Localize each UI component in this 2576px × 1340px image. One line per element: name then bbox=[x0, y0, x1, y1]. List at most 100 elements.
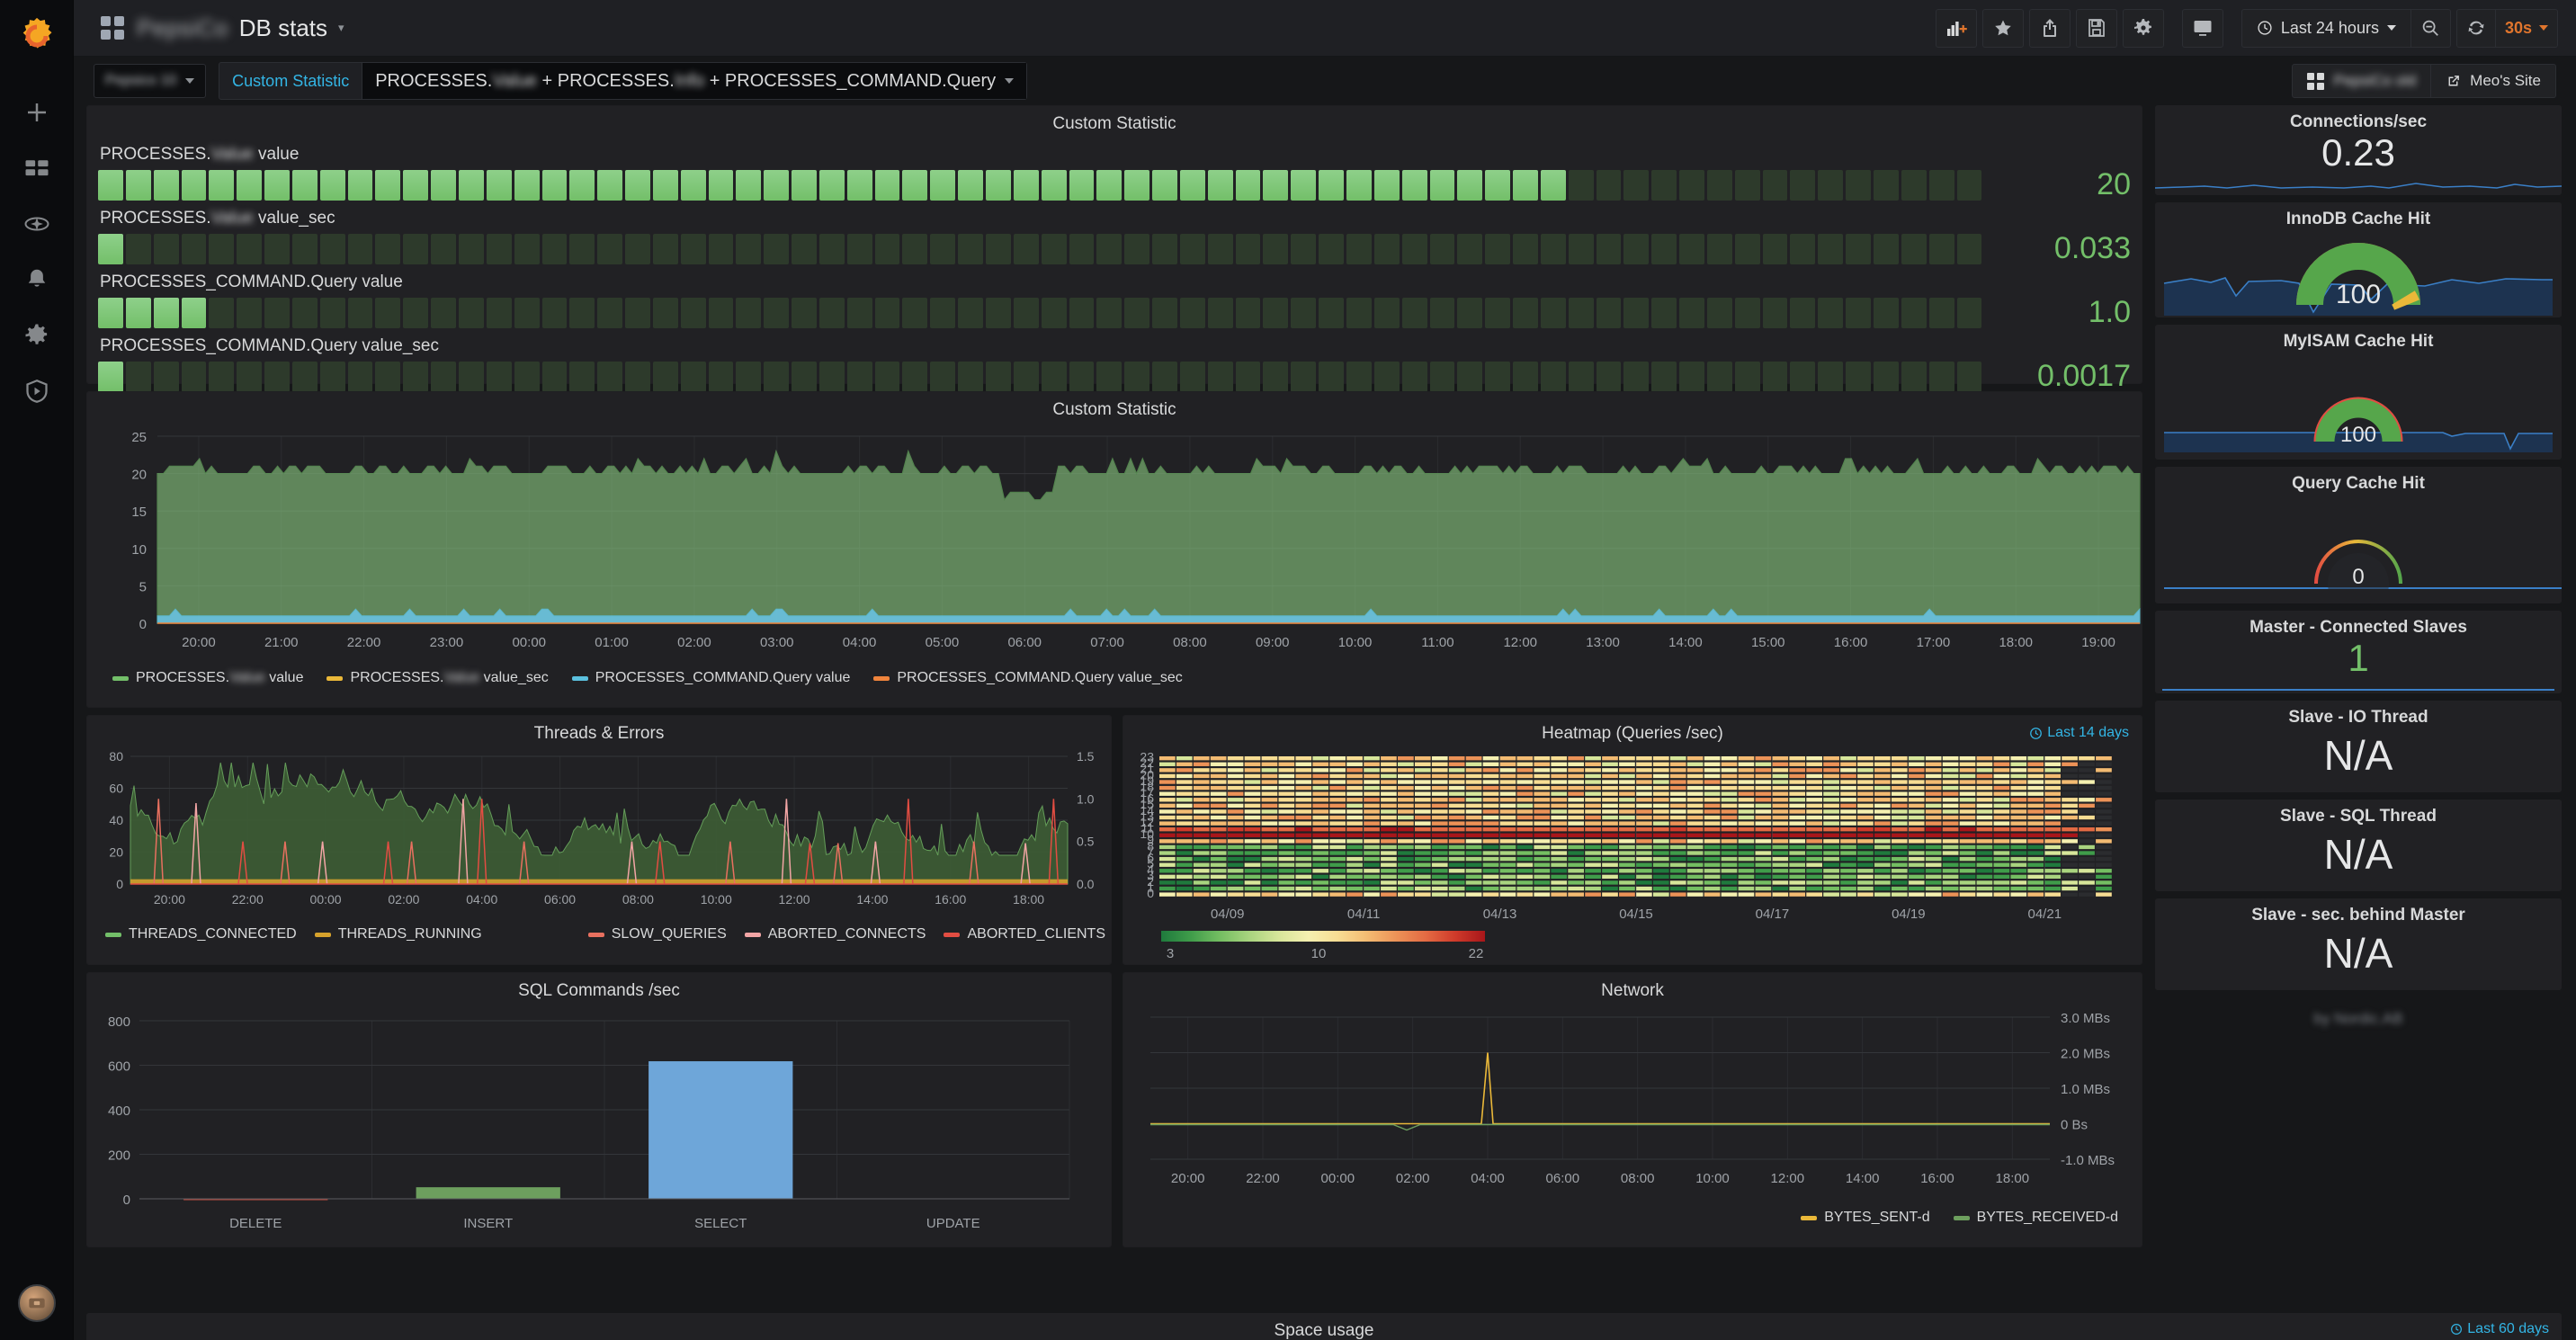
legend-item[interactable]: PROCESSES_COMMAND.Query value_sec bbox=[873, 670, 1183, 686]
legend-item[interactable]: ABORTED_CLIENTS bbox=[944, 926, 1105, 942]
panel-title[interactable]: Custom Statistic bbox=[87, 392, 2142, 424]
grafana-logo-icon[interactable] bbox=[12, 11, 62, 61]
timeseries-chart[interactable]: 0 5 10 15 20 25 20:00 21:00 22:00 23:00 00:00 01:00… bbox=[87, 424, 2142, 666]
svg-text:19:00: 19:00 bbox=[2081, 635, 2115, 650]
sidebar-item-create[interactable] bbox=[0, 85, 74, 140]
sql-commands-chart[interactable]: 0 200 400 600 800 DELETE INSERT SELECT UPDATE bbox=[87, 1005, 1111, 1246]
refresh-interval-picker[interactable]: 30s bbox=[2495, 8, 2558, 48]
legend-item[interactable]: BYTES_RECEIVED-d bbox=[1953, 1210, 2118, 1226]
legend-label: BYTES_SENT-d bbox=[1824, 1210, 1930, 1225]
svg-text:100: 100 bbox=[2340, 423, 2376, 447]
svg-text:80: 80 bbox=[109, 749, 123, 764]
panel-time-override-label: Last 60 days bbox=[2467, 1321, 2549, 1336]
dashboard-settings-button[interactable] bbox=[2122, 8, 2164, 48]
stat-panel-myisam-cache-hit[interactable]: MyISAM Cache Hit 100 bbox=[2155, 325, 2562, 460]
dashboard-grid: Custom Statistic PROCESSES.Value value 2… bbox=[74, 105, 2576, 1313]
sidebar-item-alerting[interactable] bbox=[0, 252, 74, 308]
legend-label: PROCESSES_COMMAND.Query value_sec bbox=[897, 670, 1183, 685]
svg-text:10:00: 10:00 bbox=[1695, 1171, 1730, 1186]
panel-title[interactable]: SQL Commands /sec bbox=[87, 973, 1111, 1005]
variable-picker-instance[interactable]: Pepsico 10 bbox=[94, 64, 207, 98]
legend-item[interactable]: THREADS_RUNNING bbox=[314, 926, 482, 942]
panel-title[interactable]: Heatmap (Queries /sec) bbox=[1123, 716, 2142, 747]
mark-favorite-button[interactable] bbox=[1981, 8, 2024, 48]
panel-title[interactable]: Custom Statistic bbox=[87, 106, 2142, 138]
dashboards-icon[interactable] bbox=[101, 16, 124, 40]
legend-item[interactable]: SLOW_QUERIES bbox=[587, 926, 727, 942]
legend-item[interactable]: THREADS_CONNECTED bbox=[105, 926, 297, 942]
svg-text:02:00: 02:00 bbox=[1396, 1171, 1430, 1186]
cycle-view-mode-button[interactable] bbox=[2181, 8, 2223, 48]
external-link-label: Meo's Site bbox=[2470, 72, 2541, 89]
legend-item[interactable]: PROCESSES_COMMAND.Query value bbox=[571, 670, 850, 686]
time-range-picker[interactable]: Last 24 hours bbox=[2241, 8, 2411, 48]
tv-icon bbox=[2194, 21, 2212, 36]
bargauge-label: PROCESSES_COMMAND.Query value bbox=[100, 272, 403, 291]
legend-label: ABORTED_CONNECTS bbox=[767, 926, 926, 942]
gauge-wrap: 100 bbox=[2155, 352, 2562, 452]
chevron-down-icon[interactable]: ▾ bbox=[338, 21, 344, 35]
panel-time-override: Last 14 days bbox=[2029, 725, 2129, 741]
svg-text:14:00: 14:00 bbox=[1668, 635, 1703, 650]
dashboard-link-redacted[interactable]: PepsiCo old bbox=[2292, 64, 2432, 98]
page-title: DB stats bbox=[238, 13, 328, 41]
external-site-link[interactable]: Meo's Site bbox=[2431, 64, 2556, 98]
bell-icon bbox=[28, 269, 45, 287]
legend-item[interactable]: PROCESSES.Value value bbox=[112, 670, 303, 686]
svg-text:04/15: 04/15 bbox=[1619, 907, 1653, 922]
dashboard-credit: by Nordic.AB bbox=[2313, 1010, 2403, 1027]
panel-title[interactable]: Threads & Errors bbox=[87, 716, 1111, 747]
svg-text:06:00: 06:00 bbox=[544, 892, 576, 907]
svg-text:11:00: 11:00 bbox=[1421, 635, 1453, 650]
panel-sql-commands: SQL Commands /sec 0 200 400 600 800 DELETE INS… bbox=[86, 972, 1112, 1247]
zoom-out-time-button[interactable] bbox=[2411, 8, 2451, 48]
chevron-down-icon bbox=[2386, 25, 2396, 31]
legend-label: PROCESSES.Value value bbox=[136, 670, 304, 685]
svg-text:04:00: 04:00 bbox=[466, 892, 497, 907]
stat-panel-slave-io-thread[interactable]: Slave - IO Thread N/A bbox=[2155, 701, 2562, 792]
network-chart[interactable]: 3.0 MBs 2.0 MBs 1.0 MBs 0 Bs -1.0 MBs 20:00 22… bbox=[1123, 1005, 2142, 1206]
stat-value: N/A bbox=[2323, 930, 2393, 977]
svg-text:02:00: 02:00 bbox=[388, 892, 419, 907]
stat-panel-master-connected-slaves[interactable]: Master - Connected Slaves 1 bbox=[2155, 611, 2562, 693]
user-avatar-icon[interactable] bbox=[17, 1284, 56, 1322]
stat-panel-innodb-cache-hit[interactable]: InnoDB Cache Hit 100 bbox=[2155, 202, 2562, 317]
stat-panel-slave-sql-thread[interactable]: Slave - SQL Thread N/A bbox=[2155, 800, 2562, 891]
legend-label: BYTES_RECEIVED-d bbox=[1976, 1210, 2118, 1225]
threads-chart[interactable]: 0 20 40 60 80 0.0 0.5 1.0 1.5 20:00 22:00 00:00 02:0… bbox=[87, 747, 1111, 923]
legend-swatch bbox=[571, 675, 588, 681]
panel-title[interactable]: Network bbox=[1123, 973, 2142, 1005]
stat-panel-slave-sec-behind-master[interactable]: Slave - sec. behind Master N/A bbox=[2155, 898, 2562, 990]
grafana-app: PepsiCo DB stats ▾ Last 24 hours 30s Pep… bbox=[0, 0, 2576, 1340]
stat-panel-connections-per-sec[interactable]: Connections/sec 0.23 bbox=[2155, 105, 2562, 195]
legend-item[interactable]: PROCESSES.Value value_sec bbox=[326, 670, 549, 686]
svg-text:INSERT: INSERT bbox=[463, 1216, 513, 1231]
share-dashboard-button[interactable] bbox=[2028, 8, 2071, 48]
legend-swatch bbox=[1953, 1215, 1970, 1220]
variable-value[interactable]: PROCESSES.Value + PROCESSES.Info + PROCE… bbox=[362, 63, 1027, 99]
add-panel-button[interactable] bbox=[1935, 8, 1977, 48]
refresh-button[interactable] bbox=[2455, 8, 2496, 48]
sidebar-item-explore[interactable] bbox=[0, 196, 74, 252]
legend-item[interactable]: BYTES_SENT-d bbox=[1801, 1210, 1930, 1226]
svg-text:25: 25 bbox=[131, 430, 147, 445]
heatmap-chart[interactable]: 23 22 21 20 19 18 17 16 15 14 13 12 11 10 9 8 7 6 5 4 3 2 1 0 04… bbox=[1123, 747, 2142, 963]
external-link-icon bbox=[2448, 75, 2460, 85]
breadcrumb-folder[interactable]: PepsiCo bbox=[137, 14, 228, 42]
legend-item[interactable]: ABORTED_CONNECTS bbox=[744, 926, 926, 942]
sidebar-item-dashboards[interactable] bbox=[0, 140, 74, 196]
svg-text:23:00: 23:00 bbox=[430, 635, 464, 650]
bargauge-body: PROCESSES.Value value 20 PROCESSES.Value… bbox=[87, 138, 2142, 406]
stat-panel-query-cache-hit[interactable]: Query Cache Hit 0 bbox=[2155, 467, 2562, 603]
svg-text:200: 200 bbox=[108, 1148, 130, 1164]
sidebar-item-server-admin[interactable] bbox=[0, 363, 74, 419]
svg-text:14:00: 14:00 bbox=[1846, 1171, 1880, 1186]
svg-text:08:00: 08:00 bbox=[1621, 1171, 1655, 1186]
svg-text:20:00: 20:00 bbox=[182, 635, 216, 650]
svg-text:SELECT: SELECT bbox=[694, 1216, 747, 1231]
save-dashboard-button[interactable] bbox=[2075, 8, 2117, 48]
sidebar-item-configuration[interactable] bbox=[0, 308, 74, 363]
bargauge-row: PROCESSES_COMMAND.Query value 1.0 bbox=[98, 269, 2131, 330]
gauge-icon: 100 bbox=[2296, 243, 2420, 310]
panel-space-usage[interactable]: Space usage Last 60 days bbox=[86, 1313, 2562, 1340]
